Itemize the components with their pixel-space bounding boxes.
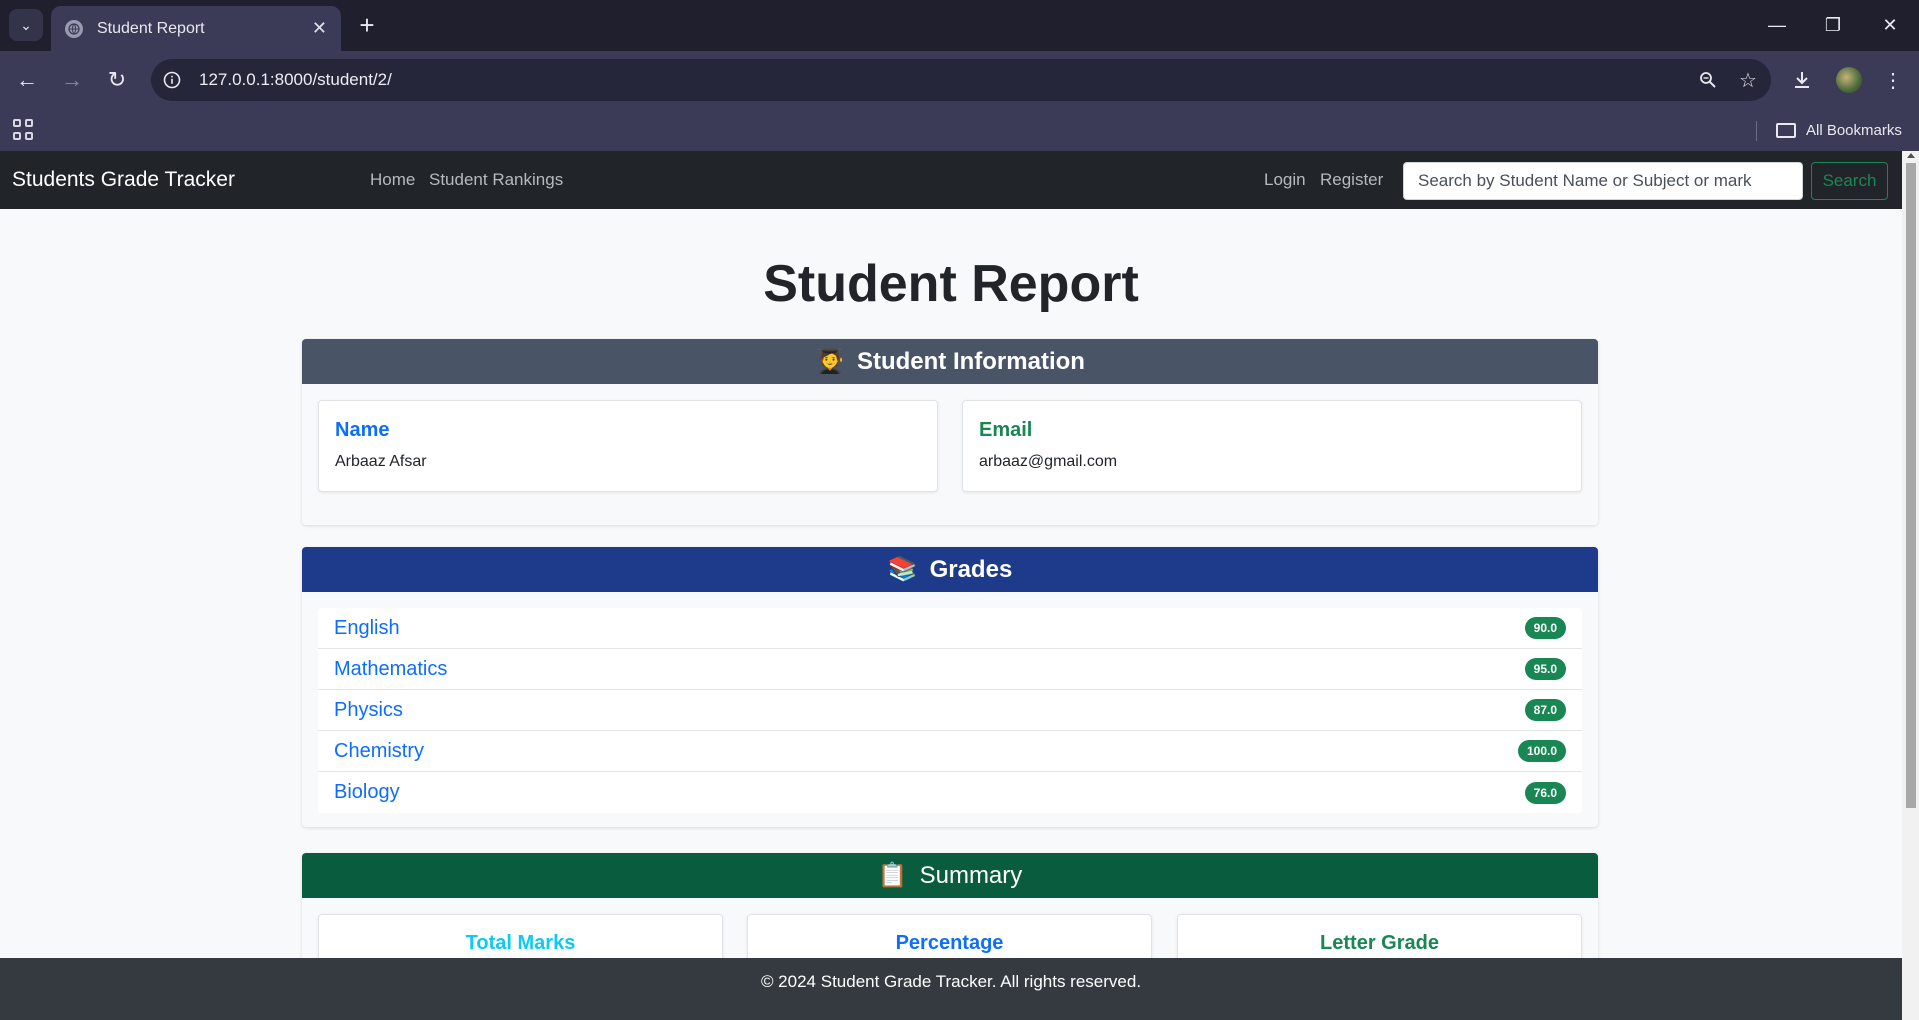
site-footer: © 2024 Student Grade Tracker. All rights… — [0, 958, 1902, 1020]
grades-title: Grades — [929, 555, 1013, 583]
student-info-section: 🧑‍🎓 Student Information Name Arbaaz Afsa… — [302, 339, 1598, 525]
search-input[interactable] — [1403, 162, 1803, 200]
chevron-down-icon: ⌄ — [20, 16, 32, 33]
navbar-brand[interactable]: Students Grade Tracker — [12, 168, 235, 192]
grade-badge: 95.0 — [1524, 658, 1566, 680]
site-navbar: Students Grade Tracker Home Student Rank… — [0, 151, 1902, 209]
grade-badge: 100.0 — [1517, 740, 1566, 762]
nav-link-student-rankings[interactable]: Student Rankings — [429, 170, 563, 190]
browser-menu-icon[interactable]: ⋮ — [1876, 63, 1910, 97]
letter-grade-label: Letter Grade — [1320, 932, 1439, 954]
address-bar[interactable]: 127.0.0.1:8000/student/2/ ☆ — [151, 59, 1771, 101]
nav-link-home[interactable]: Home — [370, 170, 415, 190]
back-button[interactable]: ← — [10, 63, 44, 97]
profile-avatar[interactable] — [1832, 63, 1866, 97]
grades-list: English 90.0 Mathematics 95.0 Physics 87… — [318, 608, 1582, 813]
bookmarks-divider — [1756, 121, 1757, 141]
email-label: Email — [979, 419, 1033, 441]
all-bookmarks-button[interactable]: All Bookmarks — [1776, 117, 1902, 143]
close-window-button[interactable]: ✕ — [1870, 8, 1910, 42]
scroll-up-arrow-icon[interactable] — [1907, 153, 1915, 158]
grade-badge: 87.0 — [1524, 699, 1566, 721]
arrow-left-icon: ← — [16, 67, 38, 92]
grade-subject-link[interactable]: English — [334, 617, 400, 640]
avatar — [1836, 67, 1862, 93]
minimize-button[interactable]: — — [1757, 8, 1797, 42]
nav-link-register[interactable]: Register — [1320, 170, 1383, 190]
bookmarks-bar: All Bookmarks — [0, 109, 1919, 151]
restore-button[interactable]: ❐ — [1813, 8, 1853, 42]
browser-toolbar: ← → ↻ 127.0.0.1:8000/student/2/ ☆ ⋮ — [0, 51, 1919, 109]
nav-link-login[interactable]: Login — [1264, 170, 1306, 190]
email-card: Email arbaaz@gmail.com — [962, 400, 1582, 492]
arrow-right-icon: → — [61, 67, 83, 92]
new-tab-button[interactable]: + — [352, 10, 382, 40]
browser-tab-active[interactable]: Student Report ✕ — [51, 6, 341, 51]
page-viewport: Students Grade Tracker Home Student Rank… — [0, 151, 1902, 1020]
summary-title: Summary — [919, 861, 1023, 889]
clipboard-icon: 📋 — [877, 862, 908, 889]
list-item: English 90.0 — [318, 608, 1582, 649]
download-icon[interactable] — [1785, 63, 1819, 97]
name-value: Arbaaz Afsar — [335, 453, 427, 470]
bookmark-star-icon[interactable]: ☆ — [1731, 63, 1765, 97]
apps-grid-icon[interactable] — [13, 119, 35, 141]
folder-icon — [1776, 122, 1796, 138]
student-info-header: 🧑‍🎓 Student Information — [302, 339, 1598, 384]
browser-tabstrip: ⌄ Student Report ✕ + — ❐ ✕ — [0, 0, 1919, 51]
grades-section: 📚 Grades English 90.0 Mathematics 95.0 P… — [302, 547, 1598, 827]
footer-text: © 2024 Student Grade Tracker. All rights… — [760, 972, 1142, 991]
grade-subject-link[interactable]: Biology — [334, 781, 400, 804]
grade-subject-link[interactable]: Physics — [334, 699, 403, 722]
tab-title: Student Report — [97, 19, 205, 37]
books-icon: 📚 — [887, 556, 918, 583]
site-info-icon[interactable] — [155, 63, 189, 97]
tab-search-button[interactable]: ⌄ — [9, 9, 43, 41]
student-info-title: Student Information — [856, 347, 1085, 375]
summary-header: 📋 Summary — [302, 853, 1598, 898]
list-item: Physics 87.0 — [318, 690, 1582, 731]
page-title: Student Report — [763, 255, 1139, 313]
url-text[interactable]: 127.0.0.1:8000/student/2/ — [199, 70, 1691, 90]
globe-icon — [65, 19, 83, 38]
all-bookmarks-label: All Bookmarks — [1806, 121, 1902, 139]
tab-close-icon[interactable]: ✕ — [312, 18, 327, 39]
forward-button[interactable]: → — [55, 63, 89, 97]
name-card: Name Arbaaz Afsar — [318, 400, 938, 492]
search-button[interactable]: Search — [1811, 162, 1888, 200]
grade-badge: 76.0 — [1524, 781, 1566, 804]
grade-badge: 90.0 — [1524, 617, 1566, 639]
page-scrollbar[interactable] — [1902, 151, 1919, 1020]
grade-subject-link[interactable]: Chemistry — [334, 740, 424, 763]
name-label: Name — [335, 419, 390, 441]
grades-header: 📚 Grades — [302, 547, 1598, 592]
list-item: Biology 76.0 — [318, 772, 1582, 813]
reload-icon: ↻ — [107, 67, 127, 92]
total-marks-label: Total Marks — [465, 932, 576, 954]
list-item: Chemistry 100.0 — [318, 731, 1582, 772]
grade-subject-link[interactable]: Mathematics — [334, 658, 447, 681]
list-item: Mathematics 95.0 — [318, 649, 1582, 690]
percentage-label: Percentage — [895, 932, 1004, 954]
email-value: arbaaz@gmail.com — [979, 453, 1118, 470]
zoom-icon[interactable] — [1691, 63, 1725, 97]
reload-button[interactable]: ↻ — [100, 63, 134, 97]
scroll-thumb[interactable] — [1906, 163, 1916, 808]
student-icon: 🧑‍🎓 — [815, 348, 845, 375]
